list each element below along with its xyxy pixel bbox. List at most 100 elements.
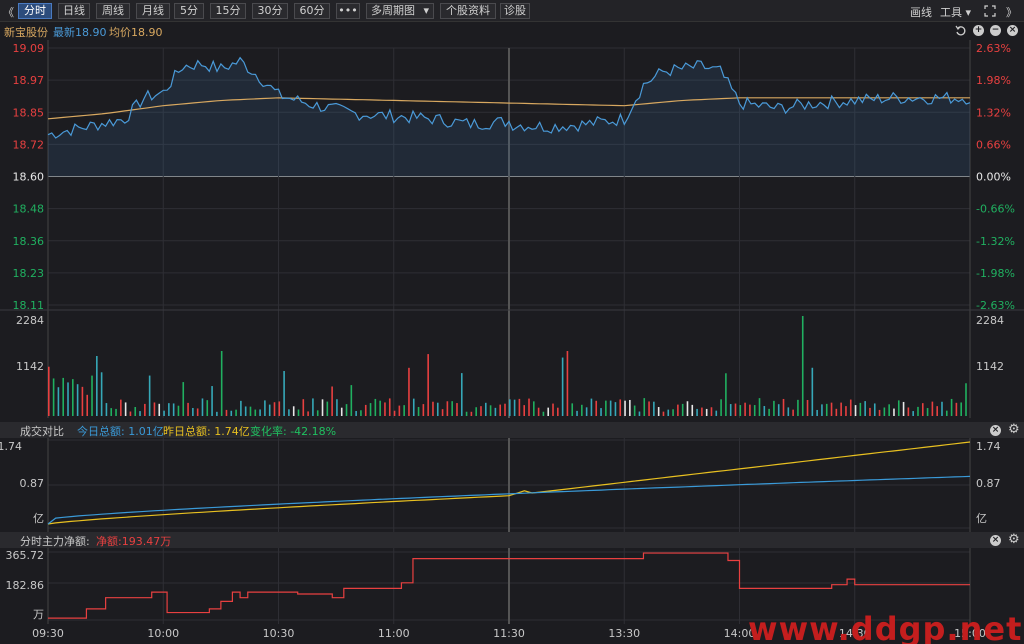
volume-bar bbox=[643, 398, 646, 416]
tools-arrow-icon: ▾ bbox=[962, 6, 972, 19]
volume-bar bbox=[91, 375, 93, 416]
volume-bar bbox=[773, 400, 775, 416]
percent-tick-right: 1.32% bbox=[976, 106, 1011, 119]
collapse-right-icon[interactable]: 》 bbox=[1006, 4, 1017, 20]
stock-info-button[interactable]: 个股资料 bbox=[440, 3, 496, 19]
time-tick: 11:30 bbox=[493, 627, 525, 640]
volume-bar bbox=[393, 410, 396, 416]
dropdown-arrow-icon: ▾ bbox=[423, 4, 429, 17]
volume-bar bbox=[696, 408, 698, 416]
volume-bar bbox=[355, 411, 357, 416]
volume-bar bbox=[585, 407, 588, 416]
volume-bar bbox=[249, 406, 252, 416]
tab-weekly[interactable]: 周线 bbox=[96, 3, 130, 19]
volume-bar bbox=[312, 398, 314, 416]
volume-bar bbox=[931, 401, 934, 416]
multi-period-label: 多周期图 bbox=[371, 4, 415, 17]
turnover-close-icon[interactable]: × bbox=[990, 425, 1001, 436]
undo-icon[interactable] bbox=[955, 25, 966, 36]
volume-bar bbox=[408, 367, 410, 416]
tab-5min[interactable]: 5分 bbox=[174, 3, 204, 19]
zoom-out-icon[interactable]: − bbox=[990, 25, 1001, 36]
stock-name: 新宝股份 bbox=[4, 26, 48, 39]
mainforce-settings-icon[interactable]: ⚙ bbox=[1008, 532, 1020, 547]
volume-bar bbox=[153, 402, 156, 416]
volume-bar bbox=[657, 407, 660, 416]
volume-bar bbox=[446, 401, 449, 416]
volume-bar bbox=[283, 371, 285, 416]
volume-bar bbox=[288, 409, 290, 416]
turnover-axis-mid-right: 0.87 bbox=[976, 477, 1001, 490]
zoom-in-icon[interactable]: + bbox=[973, 25, 984, 36]
volume-bar bbox=[782, 398, 785, 416]
volume-bar bbox=[595, 400, 598, 416]
volume-bar bbox=[734, 403, 737, 416]
price-tick-left: 18.23 bbox=[13, 267, 45, 280]
expand-icon[interactable] bbox=[984, 5, 996, 17]
volume-bar bbox=[941, 401, 943, 416]
intraday-chart[interactable]: 19.09 18.97 18.85 18.72 18.60 18.48 18.36 18.23… bbox=[0, 40, 1024, 420]
volume-bar bbox=[144, 403, 146, 416]
multi-period-dropdown[interactable]: 多周期图 ▾ bbox=[366, 3, 434, 19]
volume-bar bbox=[528, 398, 530, 416]
volume-bar bbox=[172, 403, 175, 416]
volume-bar bbox=[206, 400, 209, 416]
time-tick: 10:00 bbox=[147, 627, 179, 640]
tab-30min[interactable]: 30分 bbox=[252, 3, 288, 19]
volume-bar bbox=[801, 316, 804, 416]
volume-bar bbox=[600, 408, 602, 416]
tab-60min[interactable]: 60分 bbox=[294, 3, 330, 19]
more-button[interactable]: ••• bbox=[336, 3, 360, 19]
time-tick: 11:00 bbox=[378, 627, 410, 640]
volume-bar bbox=[489, 405, 492, 416]
volume-bar bbox=[124, 402, 127, 416]
percent-tick-right: -2.63% bbox=[976, 299, 1015, 312]
volume-bar bbox=[648, 401, 650, 416]
yesterday-total: 昨日总额: 1.74亿 bbox=[163, 425, 250, 438]
volume-bar bbox=[465, 411, 468, 416]
diagnose-button[interactable]: 诊股 bbox=[500, 3, 530, 19]
volume-bar bbox=[552, 403, 554, 416]
volume-bar bbox=[278, 401, 281, 416]
volume-bar bbox=[571, 403, 574, 416]
volume-bar bbox=[86, 394, 89, 416]
collapse-left-icon[interactable]: 《 bbox=[3, 4, 14, 20]
volume-bar bbox=[787, 407, 790, 416]
tab-fenshi[interactable]: 分时 bbox=[18, 3, 52, 19]
volume-bar bbox=[849, 399, 852, 416]
tab-daily[interactable]: 日线 bbox=[58, 3, 90, 19]
close-icon[interactable]: × bbox=[1007, 25, 1018, 36]
volume-bar bbox=[547, 407, 550, 416]
percent-tick-right: -0.66% bbox=[976, 203, 1015, 216]
volume-bar bbox=[725, 373, 727, 416]
volume-bar bbox=[470, 411, 473, 416]
volume-bar bbox=[653, 401, 655, 416]
volume-bar bbox=[888, 404, 890, 416]
volume-bar bbox=[513, 399, 516, 416]
volume-bar bbox=[326, 401, 329, 416]
volume-bar bbox=[955, 402, 958, 416]
price-tick-left: 18.97 bbox=[13, 74, 45, 87]
volume-bar bbox=[686, 401, 689, 416]
turnover-settings-icon[interactable]: ⚙ bbox=[1008, 422, 1020, 437]
volume-bar bbox=[729, 404, 732, 416]
volume-bar bbox=[57, 387, 60, 416]
volume-bar bbox=[484, 402, 487, 416]
volume-bar bbox=[744, 402, 746, 416]
tab-monthly[interactable]: 月线 bbox=[136, 3, 170, 19]
time-tick: 10:30 bbox=[263, 627, 295, 640]
volume-bar bbox=[629, 399, 631, 416]
turnover-chart[interactable]: 1.74 0.87 亿 1.74 0.87 亿 bbox=[0, 438, 1024, 532]
volume-bar bbox=[821, 404, 823, 416]
tab-15min[interactable]: 15分 bbox=[210, 3, 246, 19]
mainforce-close-icon[interactable]: × bbox=[990, 535, 1001, 546]
volume-bar bbox=[240, 400, 242, 416]
volume-bar bbox=[451, 401, 453, 416]
volume-bar bbox=[81, 386, 84, 416]
volume-bar bbox=[436, 402, 439, 416]
tools-dropdown[interactable]: 工具 ▾ bbox=[940, 4, 971, 20]
volume-bar bbox=[230, 410, 233, 416]
volume-bar bbox=[422, 404, 425, 416]
volume-bar bbox=[76, 384, 79, 416]
draw-line-button[interactable]: 画线 bbox=[910, 4, 932, 20]
